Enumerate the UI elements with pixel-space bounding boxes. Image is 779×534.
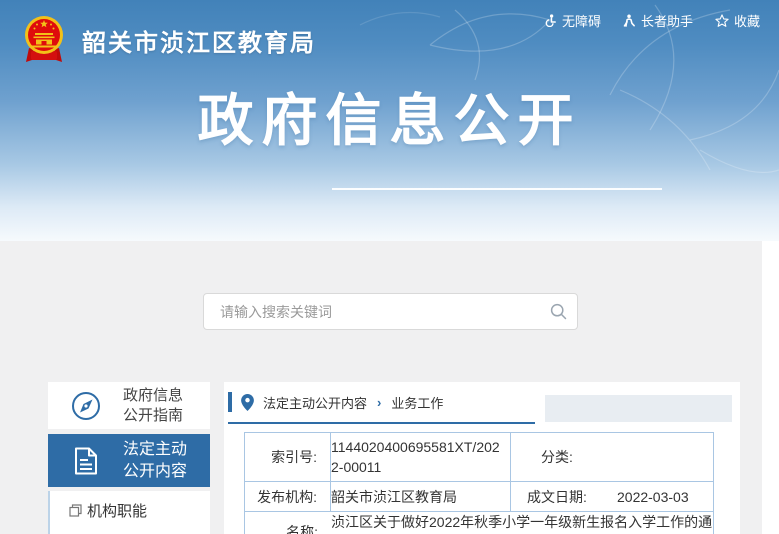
title-underline	[332, 188, 662, 190]
elder-helper-icon	[623, 14, 635, 27]
issuing-agency-value: 韶关市浈江区教育局	[330, 481, 511, 512]
category-cell: 分类:	[510, 432, 714, 482]
sidebar-item-mandatory-label: 法定主动 公开内容	[123, 440, 188, 480]
sidebar-item-guide-label: 政府信息 公开指南	[123, 386, 184, 424]
accessibility-icon	[545, 14, 556, 27]
search-box	[203, 293, 578, 330]
sidebar-item-mandatory-disclosure[interactable]: 法定主动 公开内容	[48, 434, 210, 487]
table-row: 发布机构: 韶关市浈江区教育局 成文日期: 2022-03-03	[244, 481, 714, 512]
search-button[interactable]	[539, 303, 577, 320]
org-name: 韶关市浈江区教育局	[82, 29, 316, 57]
breadcrumb-right-box	[545, 395, 732, 422]
favorite-label: 收藏	[733, 14, 760, 29]
search-row	[0, 241, 762, 330]
doc-name-value: 浈江区关于做好2022年秋季小学一年级新生报名入学工作的通知	[331, 514, 713, 530]
breadcrumb-left: 法定主动公开内容 › 业务工作	[228, 382, 535, 424]
table-row: 索引号: 1144020400695581XT/2022-00011 分类:	[244, 432, 714, 482]
content-section: 政府信息 公开指南 法定	[0, 241, 762, 534]
site-brand: 韶关市浈江区教育局	[20, 14, 316, 66]
content-columns: 政府信息 公开指南 法定主动 公开内容 机构职能 法定主动公开内容 › 业务工作…	[0, 382, 762, 534]
quick-links: 无障碍 长者助手 收藏	[544, 11, 760, 30]
index-number-value: 1144020400695581XT/2022-00011	[330, 432, 511, 482]
sidebar: 政府信息 公开指南 法定主动 公开内容 机构职能	[48, 382, 210, 534]
compass-icon	[48, 391, 123, 421]
accessibility-label: 无障碍	[561, 14, 601, 29]
document-icon	[48, 447, 123, 475]
index-number-label: 索引号:	[244, 432, 331, 482]
sidebar-subitem-label: 机构职能	[87, 502, 148, 520]
banner: 韶关市浈江区教育局 无障碍 长者助手 收藏 政府信息公开	[0, 0, 779, 241]
elder-helper-label: 长者助手	[640, 14, 693, 29]
location-pin-icon	[241, 393, 254, 411]
sidebar-subitem-org-functions[interactable]: 机构职能	[50, 491, 210, 529]
favorite-link[interactable]: 收藏	[715, 11, 760, 30]
top-bar: 韶关市浈江区教育局 无障碍 长者助手 收藏	[0, 0, 779, 80]
star-icon	[715, 13, 729, 27]
doc-name-label: 名称:	[286, 524, 318, 534]
breadcrumb-accent-bar	[228, 392, 232, 412]
issue-date-label: 成文日期:	[527, 488, 587, 505]
page: 韶关市浈江区教育局 无障碍 长者助手 收藏 政府信息公开 请输入搜索关键词 政府…	[0, 0, 779, 534]
issue-date-cell: 成文日期: 2022-03-03	[510, 481, 714, 512]
breadcrumb-item-parent[interactable]: 法定主动公开内容	[263, 393, 367, 412]
page-title: 政府信息公开	[197, 89, 582, 152]
elder-helper-link[interactable]: 长者助手	[623, 11, 693, 30]
search-icon	[550, 303, 566, 320]
issue-date-value: 2022-03-03	[617, 488, 689, 505]
sidebar-sub-panel: 机构职能	[48, 491, 210, 534]
issuing-agency-label: 发布机构:	[244, 481, 331, 512]
pages-icon	[69, 503, 82, 517]
main-panel: 法定主动公开内容 › 业务工作 索引号: 1144020400695581XT/…	[224, 382, 740, 534]
search-input[interactable]	[204, 303, 539, 320]
table-row: 名称: 浈江区关于做好2022年秋季小学一年级新生报名入学工作的通知	[244, 511, 714, 534]
category-label: 分类:	[541, 449, 573, 465]
sidebar-item-guide[interactable]: 政府信息 公开指南	[48, 382, 210, 429]
breadcrumb-item-current[interactable]: 业务工作	[391, 393, 443, 412]
accessibility-link[interactable]: 无障碍	[544, 11, 601, 30]
breadcrumb: 法定主动公开内容 › 业务工作	[228, 382, 732, 424]
chevron-right-icon: ›	[377, 394, 382, 410]
title-cell: 名称: 浈江区关于做好2022年秋季小学一年级新生报名入学工作的通知	[244, 511, 714, 534]
national-emblem-logo	[25, 16, 63, 62]
document-meta-table: 索引号: 1144020400695581XT/2022-00011 分类: 发…	[244, 432, 714, 534]
